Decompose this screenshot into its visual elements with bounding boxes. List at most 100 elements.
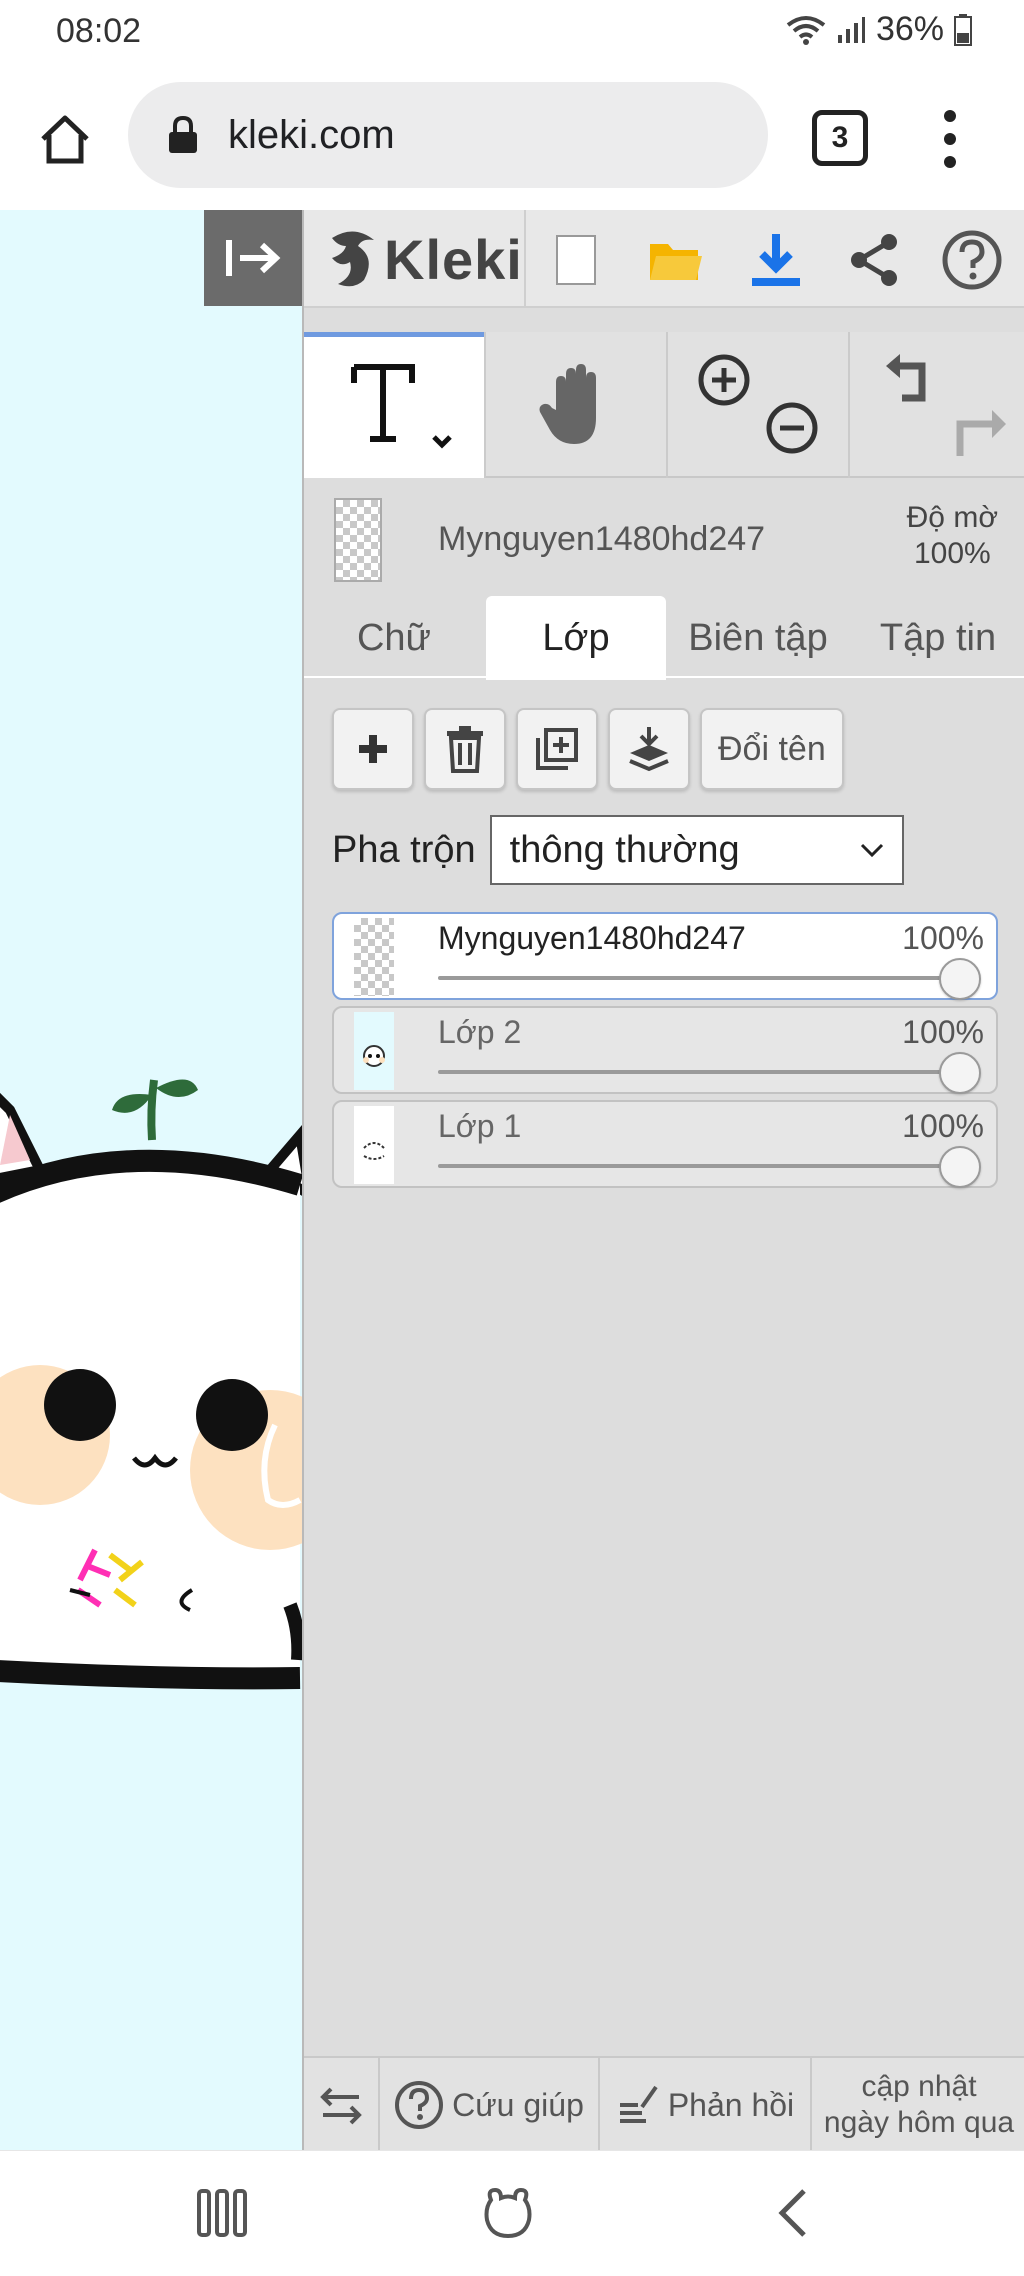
feedback-label: Phản hồi	[667, 2086, 795, 2123]
outline-thumbnail	[363, 1142, 385, 1160]
recent-apps-icon	[197, 2189, 247, 2237]
layer-thumbnail	[354, 918, 394, 996]
browser-toolbar: kleki.com 3	[0, 62, 1024, 210]
home-button[interactable]	[30, 104, 100, 174]
logo-text: Kleki	[384, 227, 523, 291]
system-nav-bar	[0, 2150, 1024, 2276]
layer-opacity-slider[interactable]	[939, 1146, 981, 1188]
help-icon	[942, 230, 1002, 290]
status-bar: 08:02 36%	[0, 0, 1024, 62]
panel-bottom-bar: Cứu giúp Phản hồi cập nhật ngày hôm qua	[304, 2056, 1024, 2152]
menu-dot	[944, 156, 956, 168]
drawing-canvas[interactable]	[0, 210, 302, 2150]
hand-tool-button[interactable]	[486, 332, 666, 478]
delete-layer-button[interactable]	[424, 708, 506, 790]
layer-item[interactable]: Lớp 1 100%	[332, 1100, 998, 1188]
swap-side-button[interactable]	[304, 2058, 378, 2152]
panel-top-bar: Kleki	[304, 210, 1024, 308]
back-button[interactable]	[762, 2181, 826, 2245]
layer-opacity-track[interactable]	[438, 1164, 962, 1168]
blend-mode-select[interactable]: thông thường	[489, 815, 904, 885]
layer-thumbnail	[354, 1106, 394, 1184]
layer-name: Lớp 2	[438, 1014, 522, 1050]
duplicate-layer-button[interactable]	[516, 708, 598, 790]
layer-opacity: 100%	[902, 1108, 984, 1144]
collapse-panel-button[interactable]	[204, 210, 302, 306]
layer-name: Lớp 1	[438, 1108, 522, 1144]
current-layer-name: Mynguyen1480hd247	[438, 520, 766, 558]
current-layer-info: Mynguyen1480hd247 Độ mờ 100%	[304, 478, 1024, 584]
recent-apps-button[interactable]	[190, 2181, 254, 2245]
layer-opacity-slider[interactable]	[939, 1052, 981, 1094]
zoom-out-icon[interactable]	[764, 400, 820, 456]
battery-percent: 36%	[875, 10, 944, 48]
url-text: kleki.com	[228, 112, 395, 157]
cat-drawing	[0, 1079, 302, 1690]
collapse-arrow-icon	[226, 240, 281, 276]
status-indicators: 36%	[786, 10, 972, 49]
current-layer-thumbnail	[334, 498, 382, 582]
feedback-link[interactable]: Phản hồi	[600, 2058, 810, 2152]
wifi-icon	[786, 15, 826, 45]
duplicate-icon	[536, 728, 578, 770]
merge-layer-button[interactable]	[608, 708, 690, 790]
side-panel: Kleki Mynguyen1480hd247 Độ mờ 100% Chữ L…	[302, 210, 1024, 2152]
download-icon	[752, 234, 800, 286]
home-icon	[41, 115, 89, 164]
battery-icon	[954, 13, 972, 46]
lock-icon	[169, 115, 197, 153]
layer-opacity: 100%	[902, 1014, 984, 1050]
layer-opacity-slider[interactable]	[939, 958, 981, 1000]
tab-switcher-button[interactable]: 3	[812, 110, 868, 166]
layer-opacity-track[interactable]	[438, 1070, 962, 1074]
new-file-icon	[556, 235, 596, 285]
layer-actions: Đổi tên	[332, 708, 844, 792]
add-layer-button[interactable]	[332, 708, 414, 790]
kleki-logo[interactable]: Kleki	[324, 227, 523, 291]
new-image-button[interactable]	[544, 228, 608, 292]
help-button[interactable]	[940, 228, 1004, 292]
update-line-2: ngày hôm qua	[823, 2106, 1015, 2139]
menu-dot	[944, 110, 956, 122]
layer-item[interactable]: Lớp 2 100%	[332, 1006, 998, 1094]
changelog-link[interactable]: cập nhật ngày hôm qua	[812, 2058, 1024, 2152]
open-file-button[interactable]	[644, 228, 708, 292]
redo-icon[interactable]	[950, 402, 1010, 460]
help-label: Cứu giúp	[452, 2086, 584, 2123]
status-time: 08:02	[56, 12, 142, 50]
layer-name: Mynguyen1480hd247	[438, 920, 746, 956]
layer-item[interactable]: Mynguyen1480hd247 100%	[332, 912, 998, 1000]
address-bar[interactable]: kleki.com	[128, 82, 768, 188]
help-link[interactable]: Cứu giúp	[380, 2058, 598, 2152]
menu-dot	[944, 133, 956, 145]
opacity-indicator[interactable]: Độ mờ 100%	[907, 500, 998, 572]
history-controls	[850, 332, 1024, 478]
browser-menu-button[interactable]	[930, 106, 970, 172]
back-chevron-icon	[778, 2189, 806, 2237]
tab-layers[interactable]: Lớp	[486, 596, 666, 680]
tab-edit[interactable]: Biên tập	[668, 596, 848, 680]
text-tool-icon	[351, 363, 452, 449]
swap-arrows-icon	[320, 2087, 362, 2125]
blend-mode-label: Pha trộn	[332, 828, 476, 871]
home-nav-button[interactable]	[476, 2181, 540, 2245]
home-bear-icon	[484, 2187, 532, 2239]
text-tool-button[interactable]	[304, 332, 484, 478]
share-button[interactable]	[842, 228, 906, 292]
zoom-in-icon[interactable]	[696, 352, 752, 408]
rename-layer-button[interactable]: Đổi tên	[700, 708, 844, 790]
layer-thumbnail	[354, 1012, 394, 1090]
tool-row	[304, 332, 1024, 478]
folder-icon	[650, 244, 702, 280]
merge-down-icon	[629, 727, 669, 772]
layer-opacity-track[interactable]	[438, 976, 962, 980]
opacity-value: 100%	[913, 537, 991, 570]
undo-icon[interactable]	[882, 350, 940, 408]
pencil-lines-icon	[619, 2085, 658, 2123]
share-icon	[851, 234, 897, 286]
download-button[interactable]	[744, 228, 808, 292]
tab-file[interactable]: Tập tin	[850, 596, 1024, 680]
trash-icon	[447, 726, 483, 773]
update-line-1: cập nhật	[861, 2070, 977, 2103]
tab-text[interactable]: Chữ	[304, 596, 484, 680]
